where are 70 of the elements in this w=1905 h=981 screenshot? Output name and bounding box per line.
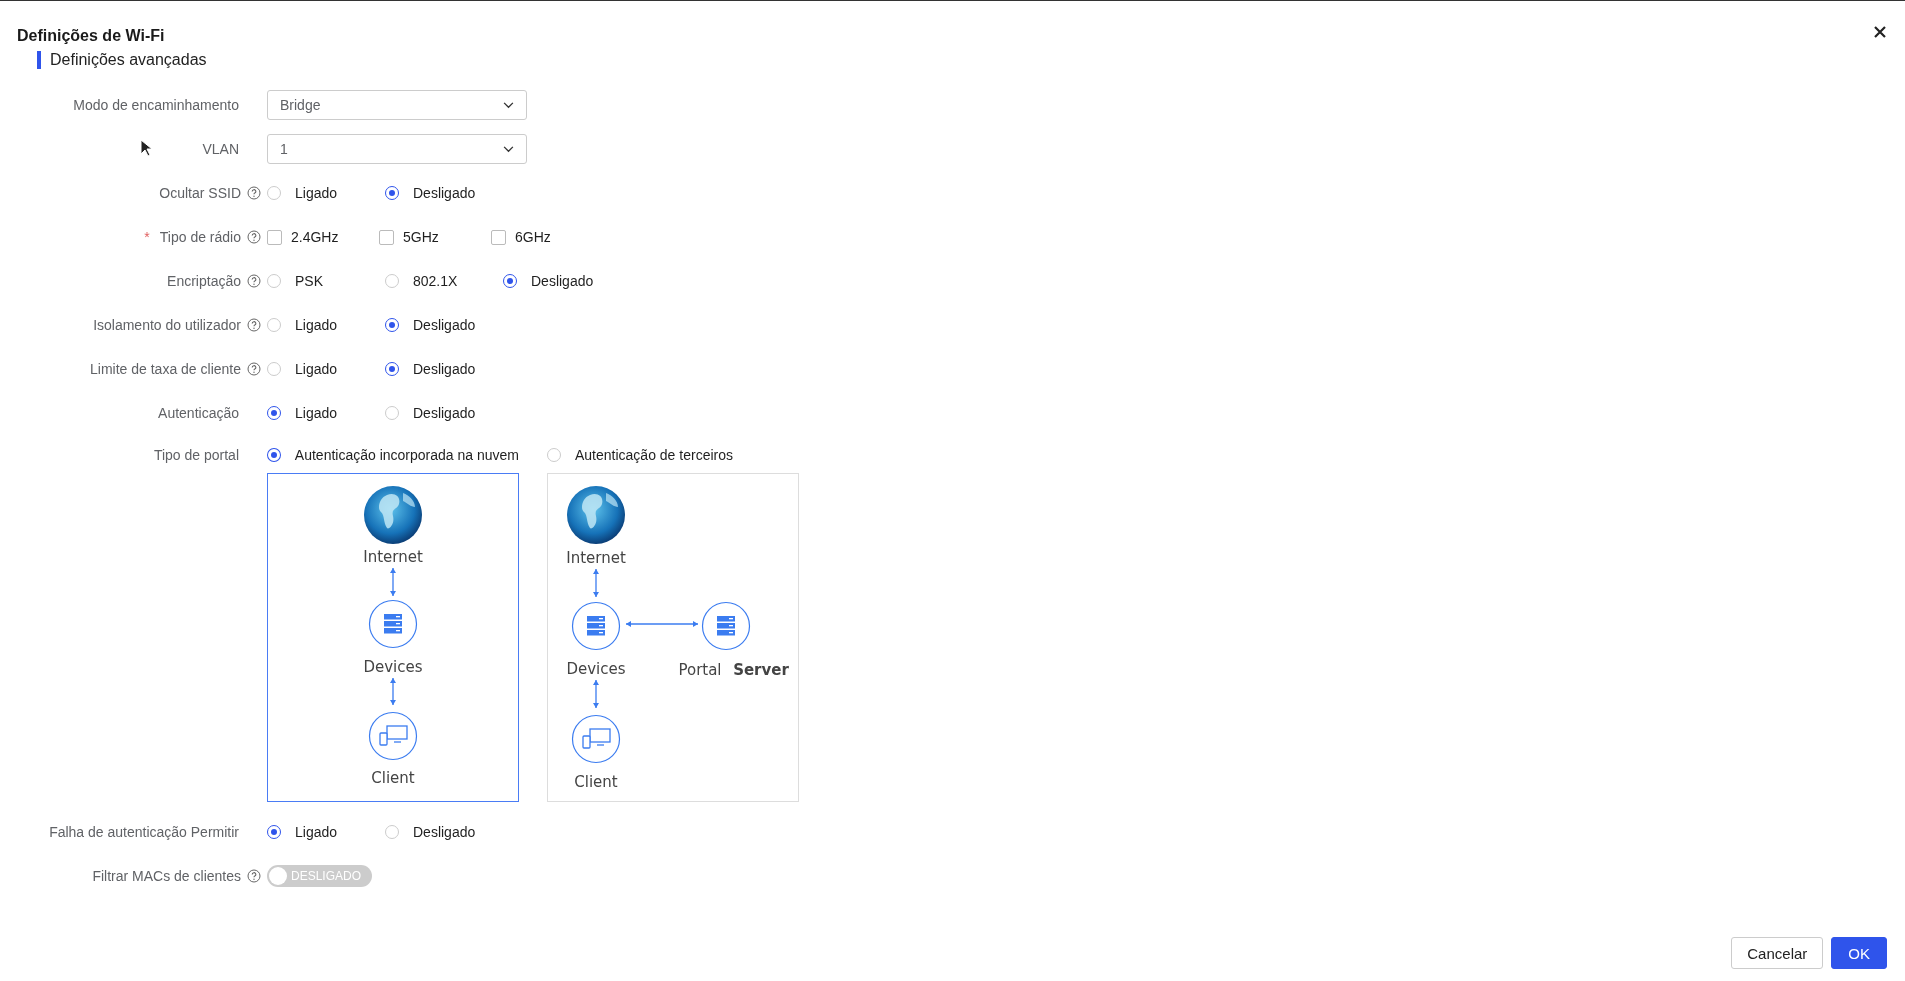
radio-option[interactable]: Desligado [385, 824, 503, 840]
radio-option[interactable]: Ligado [267, 405, 385, 421]
radio-option[interactable]: Desligado [385, 185, 503, 201]
node-label: Server [733, 661, 789, 679]
field-label: Isolamento do utilizador [93, 317, 241, 333]
chevron-down-icon [503, 145, 514, 153]
node-label: Devices [363, 658, 423, 676]
ok-button[interactable]: OK [1831, 937, 1887, 969]
server-node-icon [701, 601, 751, 651]
double-arrow [390, 567, 396, 597]
help-icon[interactable] [247, 230, 261, 244]
radio-option[interactable]: Autenticação incorporada na nuvem [267, 447, 519, 463]
help-icon[interactable] [247, 318, 261, 332]
cursor-icon [140, 139, 152, 157]
checkbox-option[interactable]: 5GHz [379, 229, 491, 245]
portal-card[interactable]: Internet Devices Portal Server Client [547, 473, 799, 802]
radio-option[interactable]: Ligado [267, 824, 385, 840]
client-node-icon [571, 714, 621, 764]
chevron-down-icon [503, 101, 514, 109]
section-title: Definições avançadas [50, 51, 207, 69]
field-label: Tipo de rádio [159, 229, 241, 245]
select-field[interactable]: 1 [267, 134, 527, 164]
cancel-button[interactable]: Cancelar [1731, 937, 1824, 969]
double-arrow [390, 677, 396, 706]
server-node-icon [368, 599, 418, 649]
field-label: Autenticação [158, 405, 239, 421]
radio-option[interactable]: Desligado [503, 273, 621, 289]
radio-option[interactable]: PSK [267, 273, 385, 289]
radio-option[interactable]: Desligado [385, 361, 503, 377]
server-node-icon [571, 601, 621, 651]
radio-option[interactable]: Desligado [385, 317, 503, 333]
help-icon[interactable] [247, 186, 261, 200]
node-label: Portal [678, 661, 722, 679]
double-arrow [593, 568, 599, 598]
globe-icon [364, 486, 422, 544]
field-label: Tipo de portal [153, 447, 239, 463]
help-icon[interactable] [247, 362, 261, 376]
node-label: Client [371, 769, 415, 787]
checkbox-option[interactable]: 2.4GHz [267, 229, 379, 245]
node-label: Internet [363, 548, 423, 566]
checkbox[interactable] [267, 229, 282, 245]
checkbox[interactable] [491, 229, 506, 245]
radio-option[interactable]: Ligado [267, 185, 385, 201]
help-icon[interactable] [247, 869, 261, 883]
checkbox[interactable] [379, 229, 394, 245]
portal-card[interactable]: Internet Devices Client [267, 473, 519, 802]
help-icon[interactable] [247, 274, 261, 288]
close-icon[interactable] [1873, 25, 1887, 39]
radio-option[interactable]: Ligado [267, 361, 385, 377]
required-mark: * [144, 229, 150, 245]
node-label: Client [574, 773, 618, 791]
field-label: Limite de taxa de cliente [90, 361, 241, 377]
field-label: Filtrar MACs de clientes [92, 868, 241, 884]
globe-icon [567, 486, 625, 544]
checkbox-option[interactable]: 6GHz [491, 229, 603, 245]
node-label: Devices [566, 660, 626, 678]
node-label: Internet [566, 549, 626, 567]
select-field[interactable]: Bridge [267, 90, 527, 120]
field-label: VLAN [202, 141, 239, 157]
client-node-icon [368, 711, 418, 761]
field-label: Ocultar SSID [159, 185, 241, 201]
radio-option[interactable]: Autenticação de terceiros [547, 447, 799, 463]
double-arrow [593, 679, 599, 709]
dialog-title: Definições de Wi-Fi [17, 27, 165, 45]
radio-option[interactable]: Ligado [267, 317, 385, 333]
field-label: Modo de encaminhamento [73, 97, 239, 113]
field-label: Falha de autenticação Permitir [49, 824, 239, 840]
field-label: Encriptação [167, 273, 241, 289]
radio-option[interactable]: 802.1X [385, 273, 503, 289]
radio-option[interactable]: Desligado [385, 405, 503, 421]
